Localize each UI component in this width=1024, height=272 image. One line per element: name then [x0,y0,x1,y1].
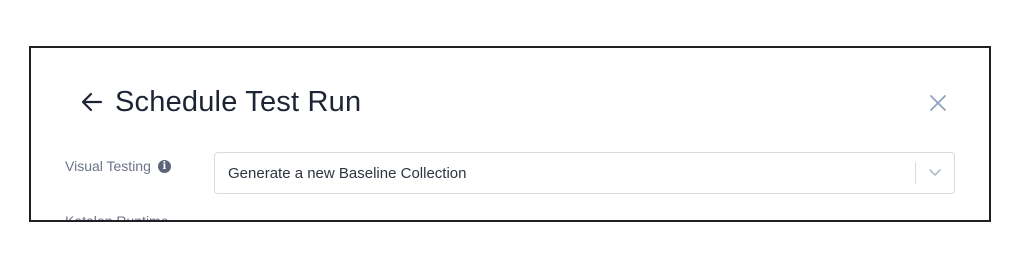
dialog-header: Schedule Test Run [79,82,949,122]
arrow-left-icon [81,92,103,112]
visual-testing-label-text: Visual Testing [65,158,151,174]
select-value: Generate a new Baseline Collection [228,165,467,182]
schedule-test-run-dialog: Schedule Test Run Visual Testing i Gener… [29,46,991,222]
visual-testing-row: Visual Testing i Generate a new Baseline… [65,152,955,194]
close-button[interactable] [927,92,949,114]
page-title: Schedule Test Run [115,85,362,118]
info-icon[interactable]: i [157,159,171,173]
visual-testing-label: Visual Testing i [65,158,171,174]
back-button[interactable] [79,89,105,115]
close-icon [930,95,946,111]
select-separator [915,162,916,184]
chevron-down-icon[interactable] [928,168,942,178]
visual-testing-select[interactable]: Generate a new Baseline Collection [214,152,955,194]
katalon-runtime-label: Katalon Runtime [65,213,169,222]
